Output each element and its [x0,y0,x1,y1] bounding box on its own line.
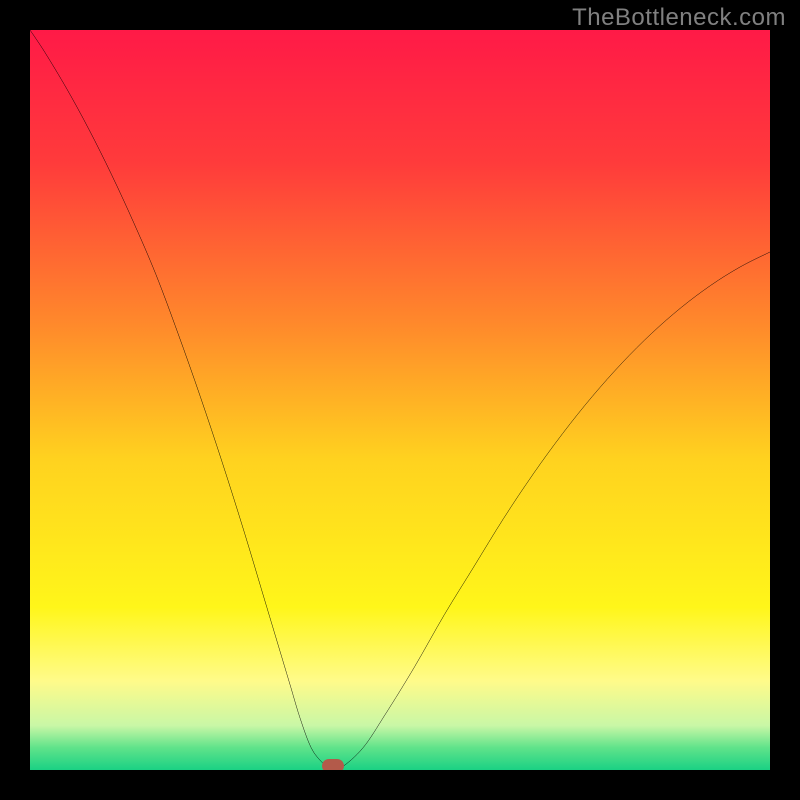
optimal-point-marker [322,759,344,770]
background-gradient [30,30,770,770]
plot-area [30,30,770,770]
chart-frame: TheBottleneck.com [0,0,800,800]
watermark-label: TheBottleneck.com [572,4,786,32]
